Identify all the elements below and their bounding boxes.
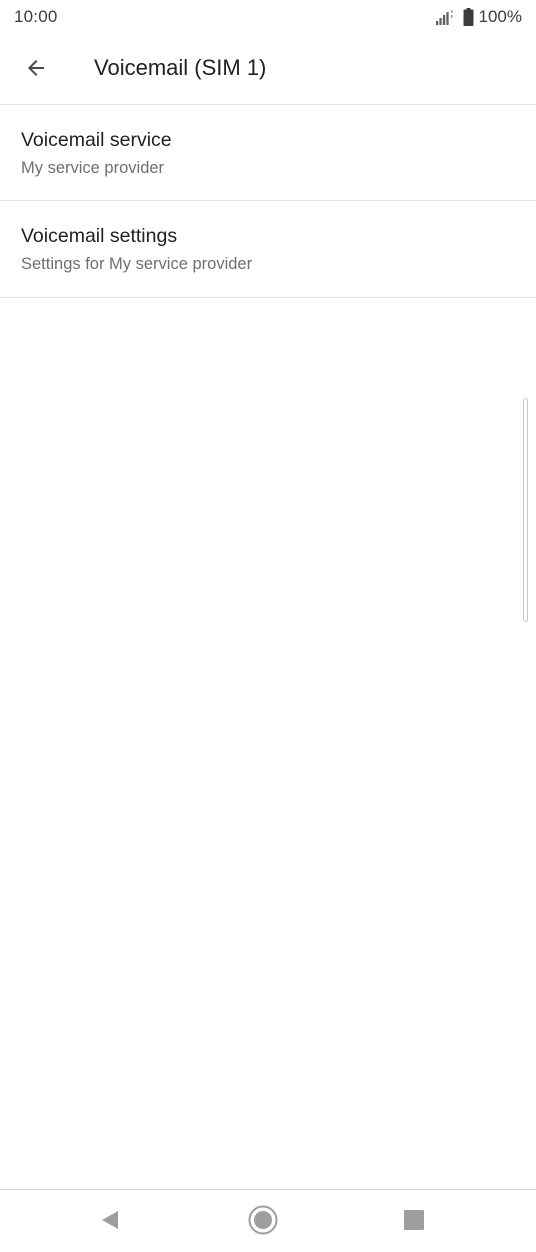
battery-level: 100% [478,7,522,26]
item-title: Voicemail service [21,129,172,151]
item-title: Voicemail settings [21,225,178,247]
back-button[interactable] [14,46,58,90]
nav-recents-square-icon [404,1210,424,1230]
scrollbar[interactable] [523,398,528,622]
item-subtitle: My service provider [21,159,165,177]
voicemail-settings-item[interactable]: Voicemail settings Settings for My servi… [0,201,536,297]
nav-home-circle-icon [248,1205,278,1235]
nav-back-button[interactable] [94,1204,126,1236]
item-subtitle: Settings for My service provider [21,255,253,273]
nav-back-triangle-icon [102,1211,118,1229]
nav-home-button[interactable] [247,1204,279,1236]
battery-full-icon [463,8,474,26]
page-title: Voicemail (SIM 1) [94,55,267,80]
arrow-back-icon [28,60,44,76]
signal-icon [434,10,453,25]
item-divider [0,297,536,298]
screen: 10:00 100% Voicemail (SIM 1) Voicemail s… [0,0,536,1252]
app-bar: Voicemail (SIM 1) [0,34,536,104]
status-icons: 100% [434,6,522,28]
voicemail-service-item[interactable]: Voicemail service My service provider [0,105,536,201]
status-bar: 10:00 100% [0,0,536,34]
status-time: 10:00 [14,7,58,26]
navigation-bar [0,1189,536,1252]
nav-recents-button[interactable] [398,1204,430,1236]
